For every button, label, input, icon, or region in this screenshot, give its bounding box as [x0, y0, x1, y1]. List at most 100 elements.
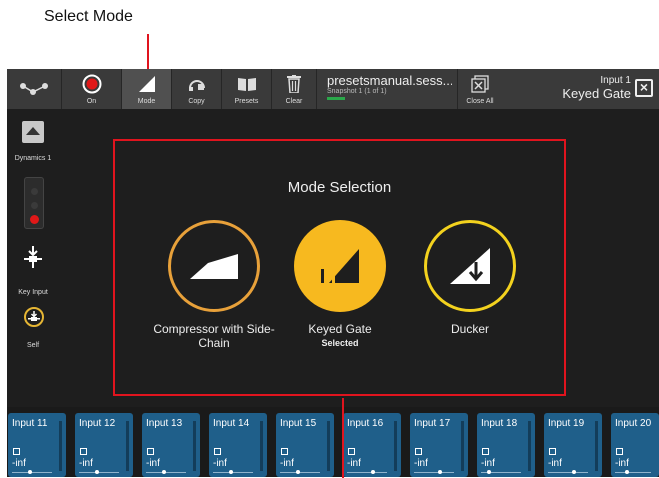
channel-tile-level: -inf [213, 458, 227, 469]
channel-tile-level: -inf [347, 458, 361, 469]
solo-icon [482, 448, 489, 455]
pan-indicator [438, 470, 442, 474]
mode-label: Mode [137, 98, 156, 105]
copy-label: Copy [188, 98, 205, 105]
channel-tile[interactable]: Input 14 -inf [209, 413, 267, 477]
solo-icon [214, 448, 221, 455]
pan-indicator [95, 470, 99, 474]
self-label: Self [26, 342, 40, 349]
close-icon: × [639, 79, 649, 95]
copy-button[interactable]: Copy [172, 69, 222, 109]
channel-tile-name: Input 15 [280, 418, 317, 429]
channel-tile[interactable]: Input 18 -inf [477, 413, 535, 477]
snapshot-indicator [327, 97, 345, 100]
keyed-gate-icon [294, 220, 386, 312]
channel-tile-name: Input 12 [79, 418, 116, 429]
on-label: On [86, 98, 97, 105]
self-icon[interactable] [24, 307, 44, 327]
pan-indicator [28, 470, 32, 474]
solo-icon [281, 448, 288, 455]
channel-tile-level: -inf [12, 458, 26, 469]
channel-tile-name: Input 11 [12, 418, 48, 429]
collapse-up-button[interactable] [22, 121, 44, 143]
mode-icon [122, 73, 171, 95]
channel-tile[interactable]: Input 16 -inf [343, 413, 401, 477]
solo-icon [616, 448, 623, 455]
close-all-label: Close All [466, 98, 494, 105]
channel-tile-name: Input 18 [481, 418, 518, 429]
session-name: presetsmanual.sess... [327, 73, 452, 88]
mode-button[interactable]: Mode [122, 69, 172, 109]
channel-tile-name: Input 16 [347, 418, 384, 429]
channel-tile-level: -inf [146, 458, 160, 469]
solo-icon [13, 448, 20, 455]
channel-tile-level: -inf [79, 458, 93, 469]
option-keyed-gate[interactable]: Keyed Gate Selected [265, 220, 415, 348]
ducker-icon [424, 220, 516, 312]
channel-tile-level: -inf [615, 458, 629, 469]
callout-line-bottom [342, 398, 344, 478]
clear-button[interactable]: Clear [272, 69, 317, 109]
channel-strip: Input 11 -inf Input 12 -inf Input 13 -inf I… [7, 407, 659, 477]
book-icon [222, 73, 271, 95]
solo-icon [80, 448, 87, 455]
pan-indicator [371, 470, 375, 474]
key-input-label: Key Input [18, 289, 48, 296]
close-all-icon [458, 73, 502, 95]
compressor-icon [168, 220, 260, 312]
mode-selection-dialog: Mode Selection Compressor with Side-Chai… [113, 139, 566, 396]
dynamics-label: Dynamics 1 [14, 155, 52, 162]
channel-tile[interactable]: Input 17 -inf [410, 413, 468, 477]
gate-led [30, 215, 39, 224]
sidebar: Dynamics 1 Key Input Self [7, 109, 85, 407]
channel-tile[interactable]: Input 12 -inf [75, 413, 133, 477]
clear-label: Clear [285, 98, 303, 105]
channel-tile-level: -inf [481, 458, 495, 469]
channel-tile[interactable]: Input 15 -inf [276, 413, 334, 477]
solo-icon [147, 448, 154, 455]
channel-name: Input 1 [600, 75, 631, 86]
power-icon [62, 73, 121, 95]
channel-tile[interactable]: Input 20 -inf [611, 413, 659, 477]
solo-icon [348, 448, 355, 455]
pan-indicator [572, 470, 576, 474]
pan-indicator [162, 470, 166, 474]
trash-icon [272, 73, 316, 95]
presets-button[interactable]: Presets [222, 69, 272, 109]
solo-icon [415, 448, 422, 455]
key-input-icon[interactable] [21, 245, 45, 269]
channel-tile-name: Input 20 [615, 418, 652, 429]
channel-tile-name: Input 14 [213, 418, 250, 429]
close-all-button[interactable]: Close All [457, 69, 502, 109]
channel-tile-level: -inf [548, 458, 562, 469]
snapshot-label: Snapshot 1 (1 of 1) [327, 88, 387, 95]
option-ducker[interactable]: Ducker [395, 220, 545, 338]
channel-tile-level: -inf [280, 458, 294, 469]
solo-icon [549, 448, 556, 455]
keyed-gate-name: Keyed Gate [308, 322, 372, 336]
app-window: On Mode Copy Presets Clear presetsmanual… [7, 69, 659, 478]
gate-meter [24, 177, 44, 229]
routing-button[interactable] [7, 69, 62, 109]
routing-icon [7, 78, 61, 100]
channel-tile[interactable]: Input 11 -inf [8, 413, 66, 477]
pan-indicator [487, 470, 491, 474]
channel-tile[interactable]: Input 19 -inf [544, 413, 602, 477]
close-button[interactable]: × [635, 79, 653, 97]
channel-info: Input 1 Keyed Gate [562, 75, 631, 101]
presets-label: Presets [234, 98, 259, 105]
keyed-gate-status: Selected [321, 338, 359, 348]
session-info[interactable]: presetsmanual.sess... Snapshot 1 (1 of 1… [327, 73, 452, 100]
channel-tile-name: Input 17 [414, 418, 451, 429]
channel-mode: Keyed Gate [562, 86, 631, 101]
ducker-name: Ducker [450, 322, 489, 336]
pan-indicator [625, 470, 629, 474]
pan-indicator [296, 470, 300, 474]
copy-icon [172, 73, 221, 95]
callout-label: Select Mode [44, 8, 133, 25]
channel-tile[interactable]: Input 13 -inf [142, 413, 200, 477]
dialog-title: Mode Selection [287, 179, 392, 196]
channel-tile-level: -inf [414, 458, 428, 469]
channel-tile-name: Input 19 [548, 418, 585, 429]
on-button[interactable]: On [62, 69, 122, 109]
